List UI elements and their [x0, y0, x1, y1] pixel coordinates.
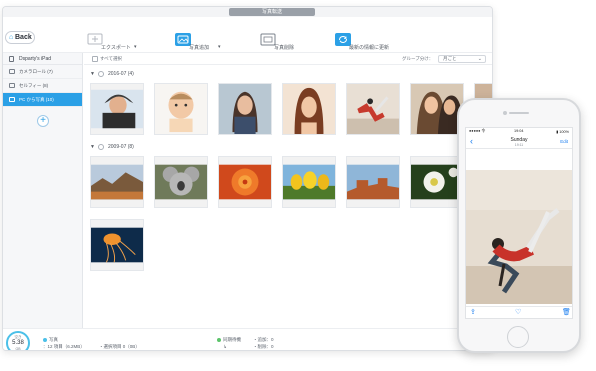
photo-thumbnail[interactable]: [154, 83, 208, 135]
ipad-icon: [9, 56, 14, 62]
add-photo-label: 写真追加: [189, 45, 210, 51]
plus-icon: +: [40, 115, 46, 126]
select-all-checkbox[interactable]: [92, 56, 98, 62]
phone-time: 19:04: [514, 129, 524, 133]
device-name-label: Dsparty's iPad: [19, 56, 52, 62]
speaker-icon: [509, 112, 529, 114]
photo-thumbnail[interactable]: [410, 83, 464, 135]
refresh-label: 最新の情報に更新: [349, 45, 390, 51]
photo-thumbnail[interactable]: [218, 83, 272, 135]
album-icon: [9, 97, 15, 102]
storage-value: 5.38: [12, 340, 24, 346]
group-checkbox[interactable]: [98, 71, 104, 77]
delete-photo-label: 写真削除: [274, 45, 295, 51]
window-title: 写真転送: [229, 8, 315, 16]
photo-thumbnail[interactable]: [90, 156, 144, 208]
photo-thumbnail[interactable]: [154, 156, 208, 208]
phone-nav-subtitle: 19:11: [514, 143, 524, 147]
syncing-label: 同期待機: [223, 337, 241, 342]
status-bar: 空き 5.38 GB 写真 ：12 項目（6.2MB） ・選択項目 0（0B） …: [3, 328, 492, 351]
added-count: ・追加：0: [253, 337, 274, 342]
add-photo-button[interactable]: 写真追加 ▾: [175, 33, 227, 53]
selected-count: ・選択項目 0（0B）: [99, 344, 140, 349]
sync-dot-icon: [217, 338, 221, 342]
iphone-device: ●●●●● 令 19:04 ▮ 100% ‹ Sunday 19:11 Edit: [457, 98, 581, 353]
sidebar-item-label: カメラロール (7): [19, 69, 53, 74]
chevron-down-icon: ▾: [218, 44, 221, 50]
camera-icon: [503, 111, 507, 115]
device-name[interactable]: Dsparty's iPad: [3, 53, 82, 65]
heart-icon[interactable]: ♡: [515, 309, 521, 317]
photo-thumbnail[interactable]: [346, 156, 400, 208]
photo-thumbnail[interactable]: [282, 83, 336, 135]
carrier-signal: ●●●●● 令: [469, 129, 486, 133]
group-by-value: 月ごと: [443, 56, 457, 61]
sync-arrow-icon: ↳: [223, 344, 227, 349]
sidebar-item-selfies[interactable]: セルフィー (8): [3, 79, 82, 93]
photo-thumbnail[interactable]: [90, 219, 144, 271]
trash-icon[interactable]: 🗑: [562, 309, 571, 317]
storage-unit: GB: [15, 347, 21, 351]
phone-nav-bar: ‹ Sunday 19:11 Edit: [466, 135, 572, 149]
group-label: 2009-07 (8): [108, 144, 134, 150]
album-icon: [9, 69, 15, 74]
phone-status-bar: ●●●●● 令 19:04 ▮ 100%: [466, 128, 572, 135]
group-header[interactable]: ▼ 2009-07 (8): [90, 143, 170, 151]
back-button-label: Back: [15, 34, 32, 41]
photos-dot-icon: [43, 338, 47, 342]
group-by-label: グループ分け：: [402, 56, 434, 61]
export-button[interactable]: エクスポート ▾: [87, 33, 143, 53]
sidebar-item-label: PC から写真 (10): [19, 97, 54, 102]
group-header[interactable]: ▼ 2016-07 (4): [90, 70, 170, 78]
phone-photo: [466, 170, 572, 304]
phone-tab-bar: ⇪ ♡ 🗑: [466, 306, 572, 318]
sidebar: Dsparty's iPad カメラロール (7) セルフィー (8) PC か…: [3, 53, 83, 328]
photo-thumbnail[interactable]: [218, 156, 272, 208]
collapse-triangle-icon: ▼: [90, 71, 95, 77]
group-checkbox[interactable]: [98, 144, 104, 150]
delete-photo-button[interactable]: 写真削除: [260, 33, 304, 53]
photos-label: 写真: [49, 337, 58, 342]
sidebar-item-camera-roll[interactable]: カメラロール (7): [3, 65, 82, 79]
chevron-down-icon: ⌄: [477, 56, 482, 62]
collapse-triangle-icon: ▼: [90, 144, 95, 150]
photo-thumbnail[interactable]: [282, 156, 336, 208]
phone-screen: ●●●●● 令 19:04 ▮ 100% ‹ Sunday 19:11 Edit: [465, 127, 573, 319]
sidebar-item-from-pc[interactable]: PC から写真 (10): [3, 93, 82, 107]
photo-thumbnail[interactable]: [90, 83, 144, 135]
toolbar: ⌂ Back エクスポート ▾ 写真追加 ▾ 写真削除 最新の情報に更新: [3, 17, 492, 53]
export-label: エクスポート: [101, 45, 131, 51]
storage-gauge: 空き 5.38 GB: [6, 331, 30, 351]
group-label: 2016-07 (4): [108, 71, 134, 77]
home-button[interactable]: [507, 326, 529, 348]
photo-thumbnail[interactable]: [410, 156, 464, 208]
refresh-button[interactable]: 最新の情報に更新: [335, 33, 399, 53]
back-button[interactable]: ⌂ Back: [5, 31, 35, 44]
group-by-select[interactable]: 月ごと ⌄: [438, 55, 486, 63]
title-bar: 写真転送: [3, 7, 492, 17]
home-icon: ⌂: [9, 34, 14, 41]
app-window: 写真転送 ⌂ Back エクスポート ▾ 写真追加 ▾ 写真削除 最新の情報に更…: [2, 6, 493, 351]
add-album-button[interactable]: +: [37, 115, 49, 127]
photo-grid-area: すべて選択 グループ分け： 月ごと ⌄ ▼ 2016-07 (4) ▼ 2009…: [84, 53, 492, 328]
phone-edit-button[interactable]: Edit: [560, 139, 568, 144]
battery-indicator: ▮ 100%: [556, 130, 569, 134]
album-icon: [9, 83, 15, 88]
select-all-label: すべて選択: [100, 56, 123, 61]
photos-count: ：12 項目（6.2MB）: [43, 344, 85, 349]
deleted-count: ・削除：0: [253, 344, 274, 349]
chevron-down-icon: ▾: [134, 44, 137, 50]
filter-bar: すべて選択 グループ分け： 月ごと ⌄: [84, 53, 492, 65]
photo-thumbnail[interactable]: [346, 83, 400, 135]
share-icon[interactable]: ⇪: [470, 309, 476, 317]
sidebar-item-label: セルフィー (8): [19, 83, 49, 88]
